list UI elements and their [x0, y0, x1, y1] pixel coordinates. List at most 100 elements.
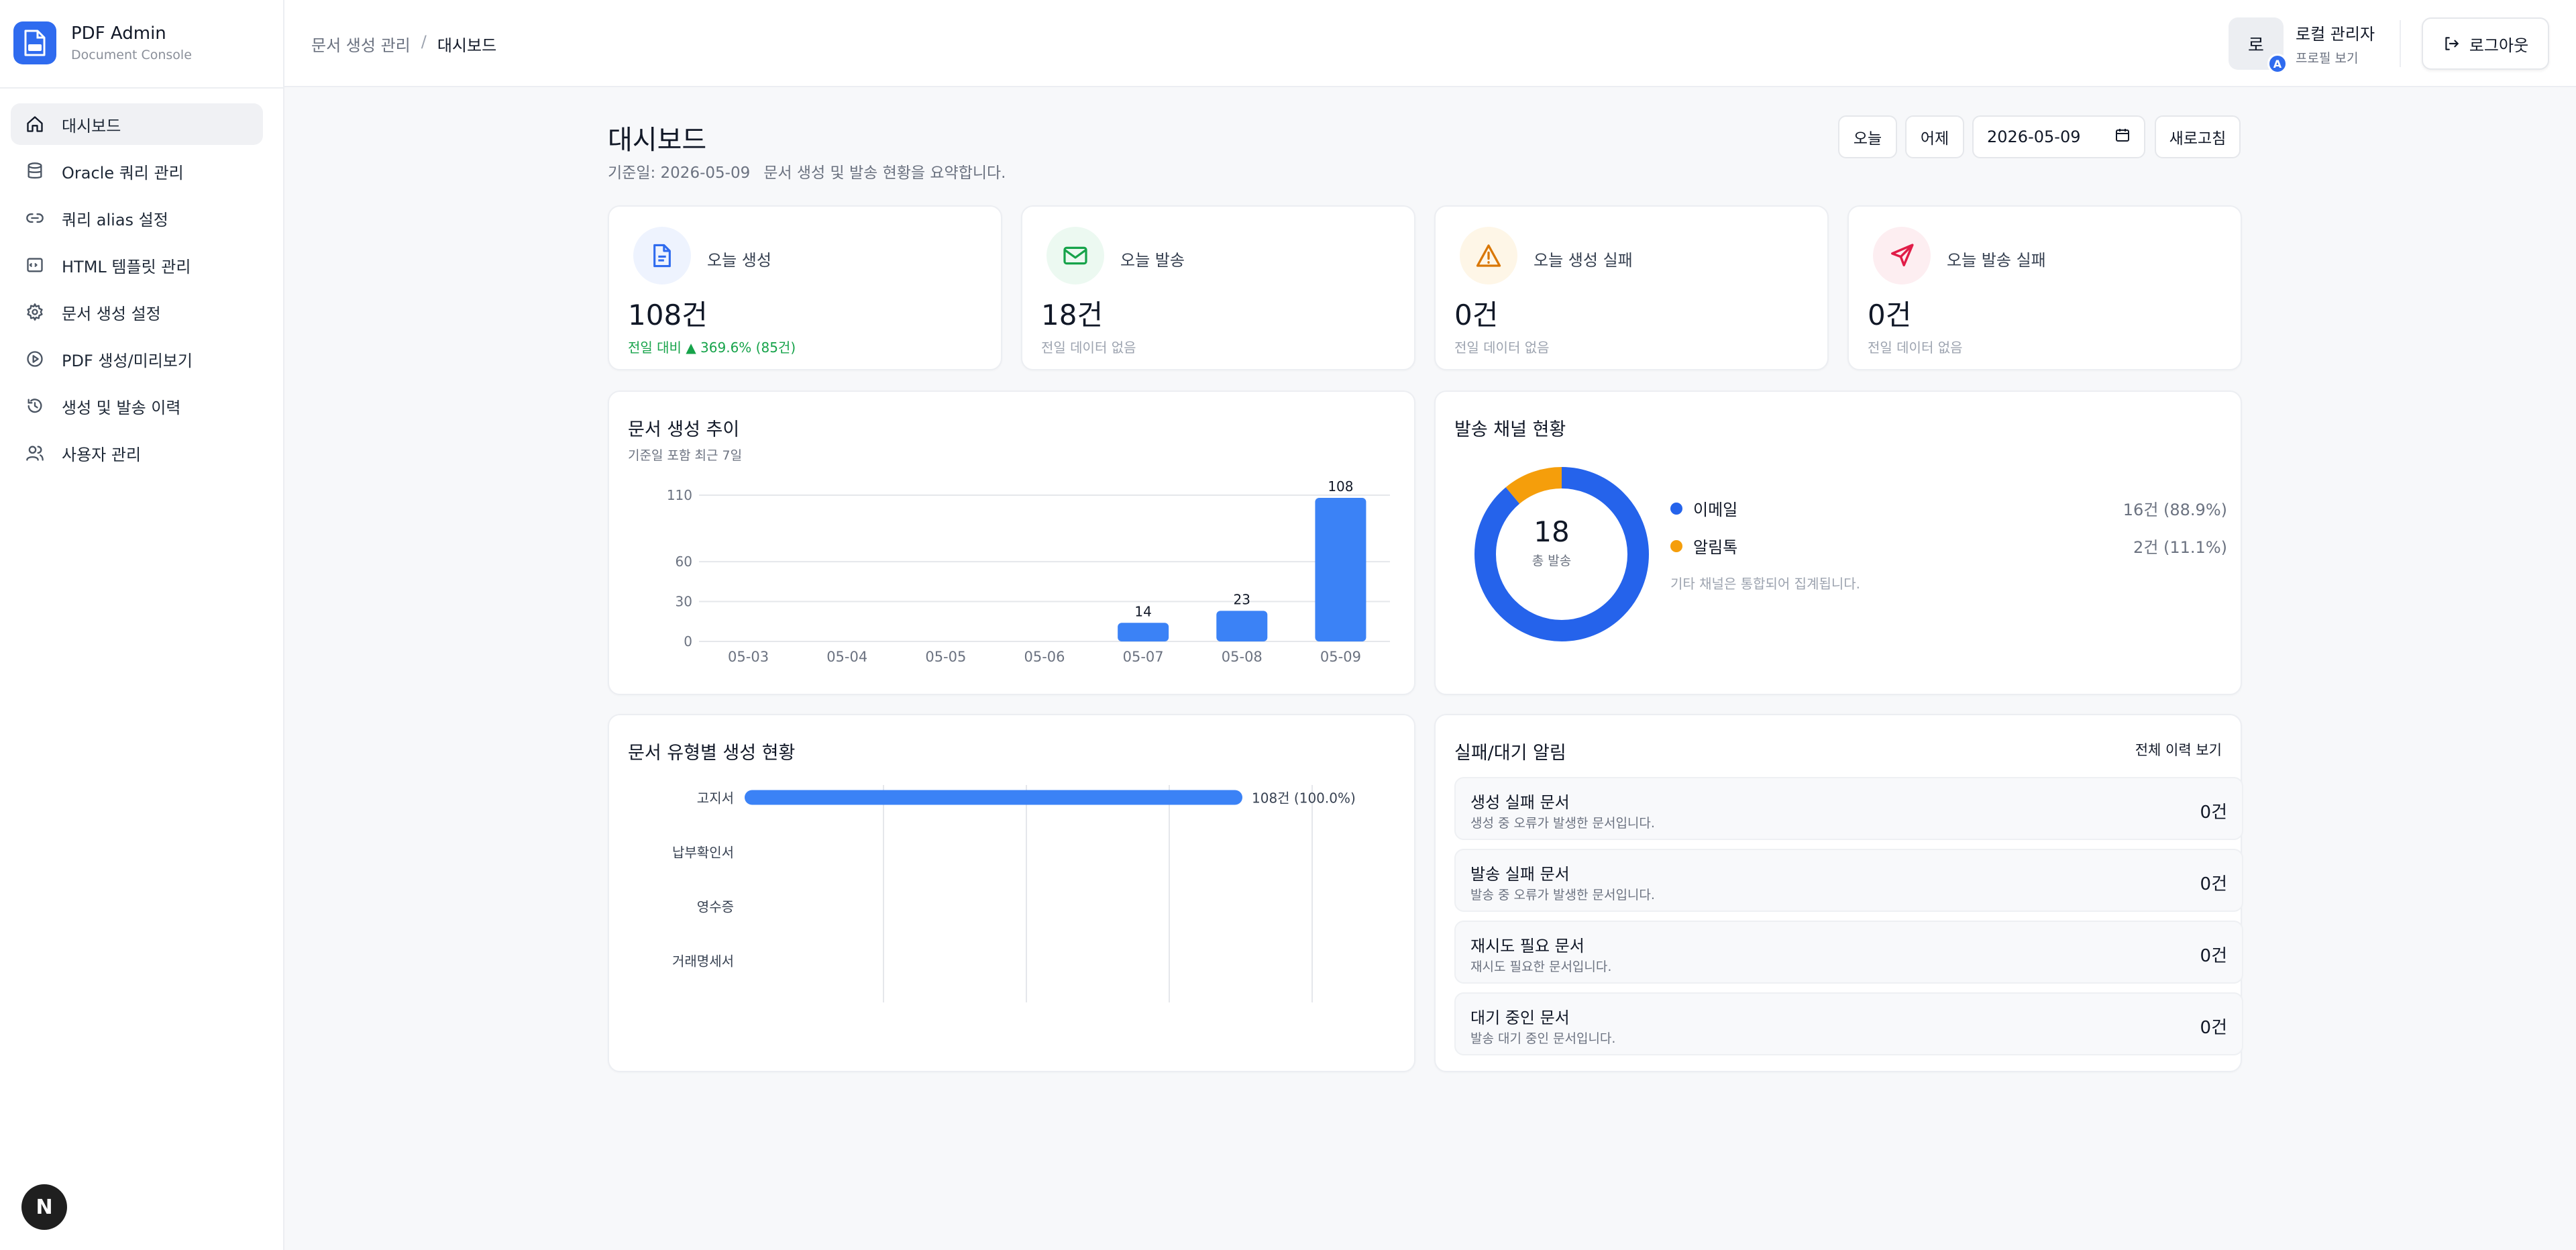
sidebar-item-history[interactable]: 생성 및 발송 이력	[11, 385, 263, 427]
trend-chart-card: 문서 생성 추이 기준일 포함 최근 7일 0 30 60 110 05-03 05-04…	[608, 390, 1415, 695]
bar	[1118, 623, 1169, 641]
brand-subtitle: Document Console	[71, 48, 192, 62]
x-tick-label: 05-08	[1222, 649, 1263, 665]
breadcrumb: 문서 생성 관리 / 대시보드	[311, 32, 496, 56]
alert-item-send-failed[interactable]: 발송 실패 문서 발송 중 오류가 발생한 문서입니다. 0건	[1454, 849, 2243, 912]
x-tick-label: 05-06	[1024, 649, 1065, 665]
users-icon	[24, 442, 46, 464]
alerts-card: 실패/대기 알림 전체 이력 보기 생성 실패 문서 생성 중 오류가 발생한 …	[1434, 714, 2243, 1072]
x-tick-label: 05-05	[925, 649, 966, 665]
link-icon	[24, 207, 46, 229]
breadcrumb-parent[interactable]: 문서 생성 관리	[311, 32, 411, 56]
brand-title: PDF Admin	[71, 23, 166, 44]
top-header: 문서 생성 관리 / 대시보드 로 A 로컬 관리자 프로필 보기 로그아웃	[284, 0, 2576, 87]
alert-title: 재시도 필요 문서	[1470, 937, 1585, 955]
alert-item-retry-needed[interactable]: 재시도 필요 문서 재시도 필요한 문서입니다. 0건	[1454, 921, 2243, 984]
legend-dot	[1670, 539, 1682, 552]
kpi-value: 18건	[1041, 299, 1104, 331]
alert-item-pending[interactable]: 대기 중인 문서 발송 대기 중인 문서입니다. 0건	[1454, 992, 2243, 1055]
user-profile[interactable]: 로 A 로컬 관리자 프로필 보기	[2229, 17, 2375, 74]
sidebar-item-label: 사용자 관리	[62, 445, 142, 464]
profile-link[interactable]: 프로필 보기	[2296, 48, 2375, 66]
brand[interactable]: PDF Admin Document Console	[13, 21, 192, 64]
donut-total: 18	[1534, 515, 1570, 548]
pdf-document-icon	[13, 21, 56, 64]
y-tick-label: 30	[676, 594, 692, 610]
category-label: 고지서	[697, 790, 734, 806]
base-date-input[interactable]: 2026-05-09	[1972, 115, 2145, 158]
x-tick-label: 05-03	[728, 649, 769, 665]
sidebar-item-pdf-preview[interactable]: PDF 생성/미리보기	[11, 338, 263, 380]
kpi-label: 오늘 생성 실패	[1534, 251, 1633, 270]
breadcrumb-current: 대시보드	[437, 36, 497, 55]
sidebar-item-label: Oracle 쿼리 관리	[62, 163, 184, 183]
kpi-value: 108건	[628, 299, 708, 331]
alert-count: 0건	[2200, 1018, 2227, 1038]
kpi-trend: 전일 데이터 없음	[1454, 340, 1550, 356]
alert-desc: 재시도 필요한 문서입니다.	[1470, 959, 1612, 974]
yesterday-button[interactable]: 어제	[1905, 115, 1964, 158]
warning-icon	[1460, 227, 1517, 284]
legend-name: 이메일	[1693, 501, 1738, 519]
bar-data-label: 108	[1328, 478, 1353, 494]
category-label: 영수증	[697, 899, 734, 915]
bar-data-label: 108건 (100.0%)	[1252, 790, 1356, 806]
sidebar-item-dashboard[interactable]: 대시보드	[11, 103, 263, 145]
user-name: 로컬 관리자	[2296, 25, 2375, 44]
alert-title: 생성 실패 문서	[1470, 793, 1570, 812]
logout-icon	[2443, 35, 2460, 52]
sidebar-item-oracle-query[interactable]: Oracle 쿼리 관리	[11, 150, 263, 192]
dev-tools-badge[interactable]: N	[21, 1184, 67, 1230]
y-tick-label: 60	[676, 554, 692, 570]
play-icon	[24, 348, 46, 370]
category-label: 납부확인서	[672, 845, 734, 861]
alert-desc: 생성 중 오류가 발생한 문서입니다.	[1470, 816, 1655, 831]
legend-note: 기타 채널은 통합되어 집계됩니다.	[1670, 576, 1861, 592]
legend-value: 16건 (88.9%)	[2123, 501, 2227, 519]
alert-count: 0건	[2200, 874, 2227, 894]
kpi-card-send-failed: 오늘 발송 실패 0건 전일 데이터 없음	[1847, 205, 2242, 370]
sidebar-item-label: PDF 생성/미리보기	[62, 351, 193, 370]
history-icon	[24, 395, 46, 417]
calendar-icon[interactable]	[2114, 127, 2131, 147]
sidebar-item-label: 생성 및 발송 이력	[62, 398, 181, 417]
page-summary: 문서 생성 및 발송 현황을 요약합니다.	[763, 164, 1006, 182]
alert-item-generate-failed[interactable]: 생성 실패 문서 생성 중 오류가 발생한 문서입니다. 0건	[1454, 777, 2243, 840]
alert-title: 대기 중인 문서	[1470, 1008, 1570, 1027]
bar-data-label: 23	[1234, 591, 1250, 607]
sidebar-item-users[interactable]: 사용자 관리	[11, 432, 263, 474]
doctype-bar-chart: 고지서 108건 (100.0%) 납부확인서영수증거래명세서	[672, 785, 1356, 1002]
logout-button[interactable]: 로그아웃	[2422, 17, 2549, 70]
database-icon	[24, 160, 46, 182]
avatar-initial: 로	[2248, 35, 2264, 56]
alert-desc: 발송 대기 중인 문서입니다.	[1470, 1031, 1616, 1046]
kpi-label: 오늘 발송 실패	[1947, 251, 2046, 270]
legend-value: 2건 (11.1%)	[2133, 538, 2227, 557]
today-button[interactable]: 오늘	[1838, 115, 1897, 158]
refresh-button[interactable]: 새로고침	[2155, 115, 2241, 158]
template-icon	[24, 254, 46, 276]
kpi-value: 0건	[1868, 299, 1912, 331]
card-title: 실패/대기 알림	[1454, 743, 1566, 764]
sidebar-item-html-template[interactable]: HTML 템플릿 관리	[11, 244, 263, 286]
card-title: 발송 채널 현황	[1454, 419, 1566, 440]
sidebar-item-label: 문서 생성 설정	[62, 304, 161, 323]
page-subtitle: 기준일: 2026-05-09 문서 생성 및 발송 현황을 요약합니다.	[608, 160, 1006, 183]
kpi-trend: 전일 데이터 없음	[1868, 340, 1963, 356]
logout-label: 로그아웃	[2469, 36, 2529, 55]
sidebar-item-doc-settings[interactable]: 문서 생성 설정	[11, 291, 263, 333]
mail-icon	[1046, 227, 1104, 284]
view-all-history-link[interactable]: 전체 이력 보기	[2135, 739, 2222, 760]
page-title: 대시보드	[608, 125, 707, 156]
y-tick-label: 0	[684, 633, 692, 649]
x-tick-label: 05-04	[826, 649, 867, 665]
donut-center: 18 총 발송	[1461, 515, 1642, 569]
y-tick-label: 110	[667, 487, 692, 503]
bar	[745, 790, 1242, 805]
sidebar-divider	[0, 87, 283, 89]
legend-name: 알림톡	[1693, 538, 1738, 557]
alert-count: 0건	[2200, 946, 2227, 966]
kpi-label: 오늘 생성	[707, 251, 771, 270]
sidebar-item-query-alias[interactable]: 쿼리 alias 설정	[11, 197, 263, 239]
send-icon	[1873, 227, 1931, 284]
